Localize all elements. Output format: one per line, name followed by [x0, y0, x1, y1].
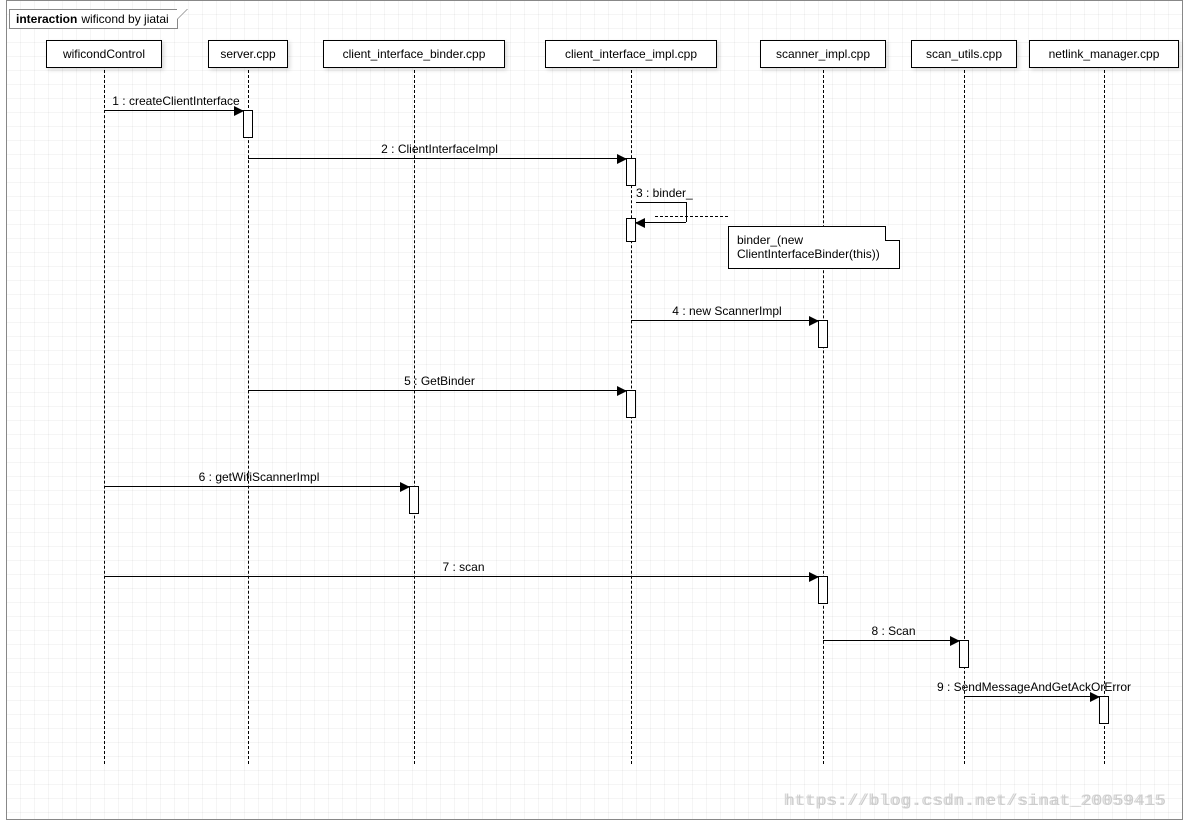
note-fold-icon — [885, 226, 900, 241]
frame-name: wificond by jiatai — [81, 12, 168, 26]
lifeline-label: scan_utils.cpp — [926, 47, 1002, 61]
lifeline-label: wificondControl — [63, 47, 145, 61]
lifeline-head-scanner_impl: scanner_impl.cpp — [760, 40, 886, 68]
lifeline-head-scan_utils: scan_utils.cpp — [911, 40, 1017, 68]
lifeline-line-scanner_impl — [823, 70, 824, 764]
message-label: 4 : new ScannerImpl — [672, 304, 781, 822]
activation-bar — [626, 390, 636, 418]
arrowhead-icon — [617, 386, 627, 396]
lifeline-head-netlink_manager: netlink_manager.cpp — [1029, 40, 1179, 68]
activation-bar — [818, 320, 828, 348]
activation-bar — [626, 158, 636, 186]
lifeline-head-server: server.cpp — [208, 40, 288, 68]
lifeline-head-wificondControl: wificondControl — [46, 40, 162, 68]
lifeline-line-netlink_manager — [1104, 70, 1105, 764]
activation-bar — [959, 640, 969, 668]
message-label: 9 : SendMessageAndGetAckOrError — [937, 680, 1131, 822]
lifeline-head-client_interface_impl: client_interface_impl.cpp — [545, 40, 717, 68]
lifeline-line-wificondControl — [104, 70, 105, 764]
frame-label: interaction wificond by jiatai — [9, 9, 178, 29]
lifeline-label: client_interface_binder.cpp — [343, 47, 486, 61]
lifeline-label: server.cpp — [220, 47, 275, 61]
note-anchor-line — [655, 216, 728, 217]
lifeline-head-client_interface_binder: client_interface_binder.cpp — [323, 40, 505, 68]
arrowhead-icon — [400, 482, 410, 492]
message-label: 6 : getWifiScannerImpl — [199, 470, 320, 822]
note-line2: ClientInterfaceBinder(this)) — [737, 247, 891, 261]
lifeline-label: scanner_impl.cpp — [776, 47, 870, 61]
arrowhead-icon — [950, 636, 960, 646]
arrowhead-icon — [809, 316, 819, 326]
message-label: 7 : scan — [442, 560, 484, 822]
activation-bar — [243, 110, 253, 138]
arrowhead-icon — [617, 154, 627, 164]
activation-bar — [818, 576, 828, 604]
lifeline-label: client_interface_impl.cpp — [565, 47, 697, 61]
frame-keyword: interaction — [16, 12, 77, 26]
note-box: binder_(new ClientInterfaceBinder(this)) — [728, 226, 900, 269]
diagram-canvas: interaction wificond by jiatai wificondC… — [0, 0, 1187, 824]
lifeline-label: netlink_manager.cpp — [1049, 47, 1160, 61]
message-label: 8 : Scan — [871, 624, 915, 822]
arrowhead-icon — [809, 572, 819, 582]
note-line1: binder_(new — [737, 233, 891, 247]
